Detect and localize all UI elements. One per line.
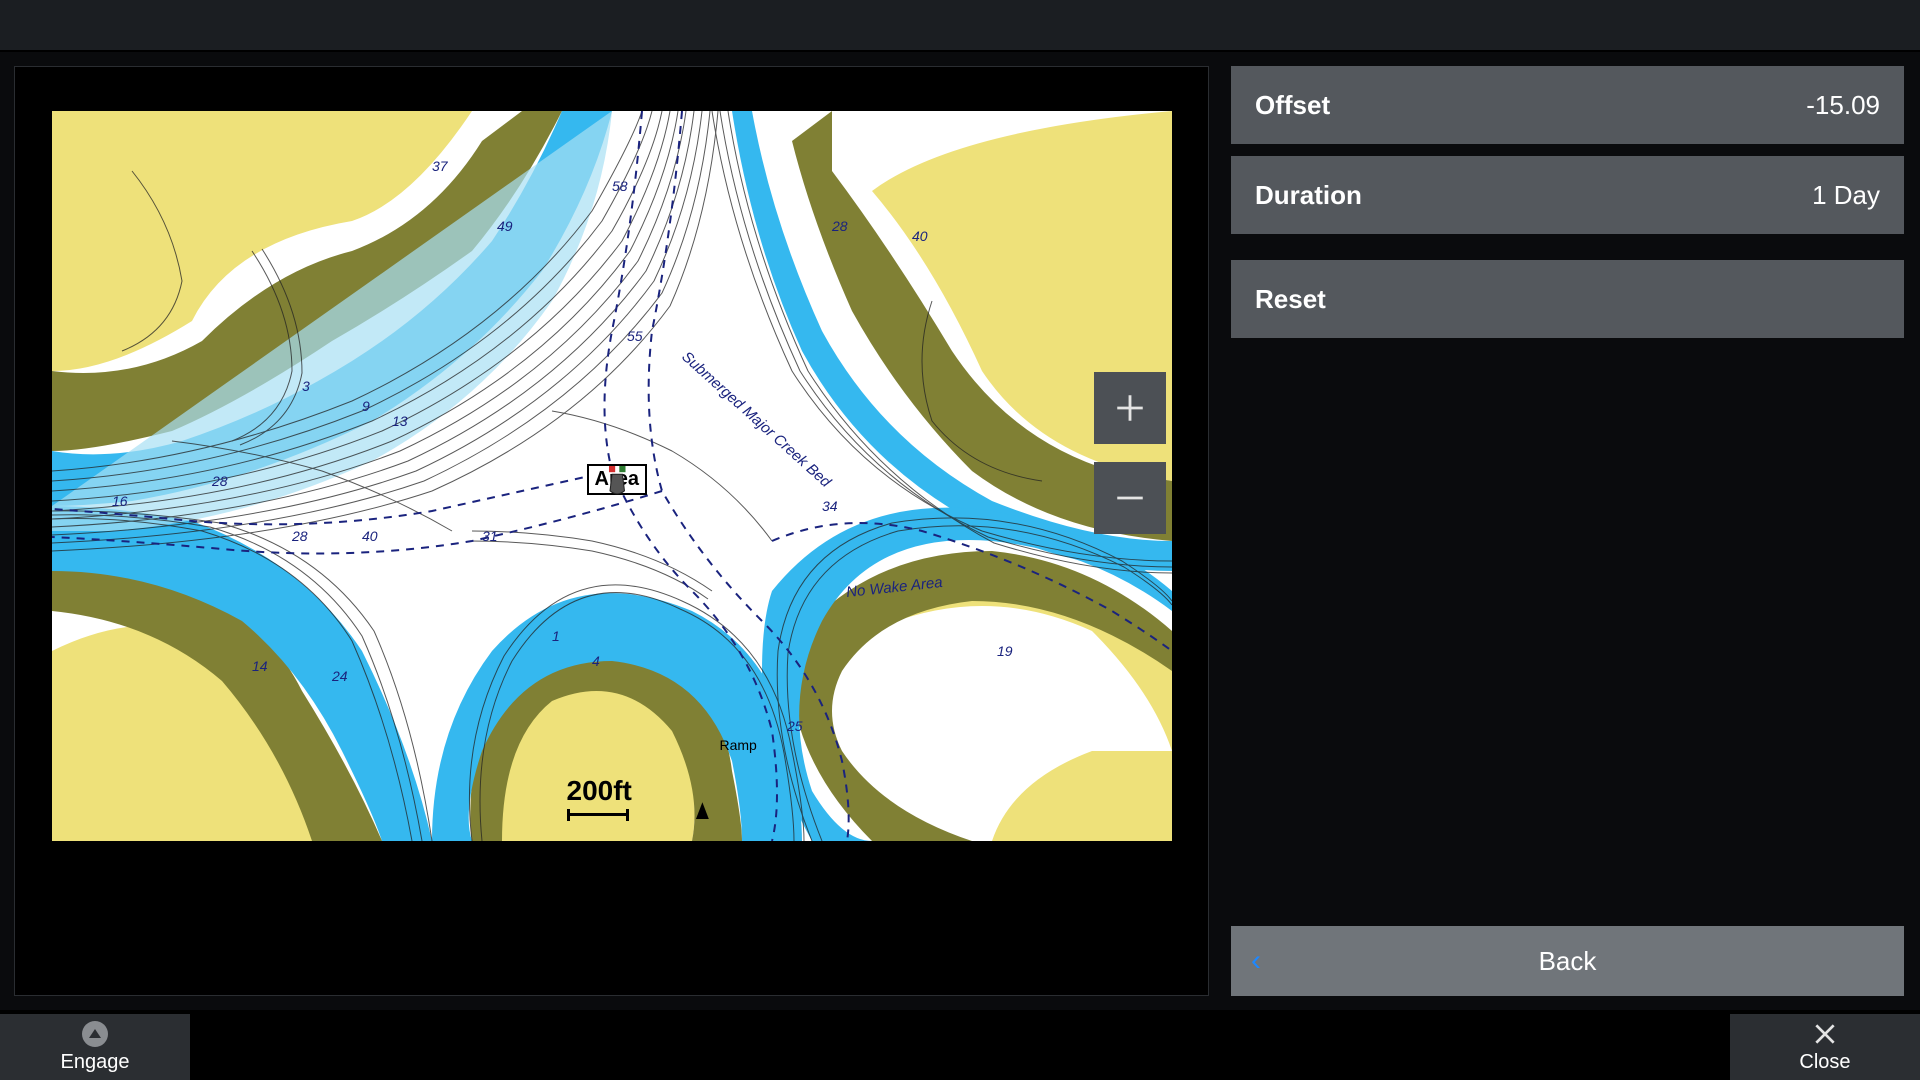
svg-text:55: 55: [627, 328, 643, 344]
main-area: 37 49 58 28 40 3 9 13 55 28 31 34 16 28 …: [0, 52, 1920, 1010]
svg-text:40: 40: [912, 228, 928, 244]
north-arrow-icon: ▲: [692, 793, 714, 827]
chart-panel: 37 49 58 28 40 3 9 13 55 28 31 34 16 28 …: [14, 66, 1209, 996]
duration-row[interactable]: Duration 1 Day: [1231, 156, 1904, 234]
close-label: Close: [1799, 1051, 1850, 1074]
svg-text:19: 19: [997, 643, 1013, 659]
svg-text:37: 37: [432, 158, 449, 174]
svg-text:4: 4: [592, 653, 600, 669]
svg-text:28: 28: [291, 528, 308, 544]
boat-icon: [587, 466, 647, 497]
svg-text:14: 14: [252, 658, 268, 674]
back-button[interactable]: ‹ Back: [1231, 926, 1904, 996]
svg-text:28: 28: [211, 473, 228, 489]
svg-text:13: 13: [392, 413, 408, 429]
svg-text:28: 28: [831, 218, 848, 234]
scale-value: 200ft: [567, 775, 632, 807]
nautical-chart[interactable]: 37 49 58 28 40 3 9 13 55 28 31 34 16 28 …: [52, 111, 1172, 841]
bottom-bar: Engage Close: [0, 1012, 1920, 1080]
close-button[interactable]: Close: [1730, 1014, 1920, 1080]
svg-text:9: 9: [362, 398, 370, 414]
reset-label: Reset: [1255, 284, 1326, 315]
svg-text:1: 1: [552, 628, 560, 644]
engage-button[interactable]: Engage: [0, 1014, 190, 1080]
top-bar: [0, 0, 1920, 50]
svg-text:16: 16: [112, 493, 128, 509]
svg-text:31: 31: [482, 528, 498, 544]
offset-value: -15.09: [1806, 90, 1880, 121]
svg-text:24: 24: [331, 668, 348, 684]
svg-text:40: 40: [362, 528, 378, 544]
reset-button[interactable]: Reset: [1231, 260, 1904, 338]
duration-value: 1 Day: [1812, 180, 1880, 211]
svg-text:25: 25: [786, 718, 803, 734]
offset-label: Offset: [1255, 90, 1330, 121]
minus-icon: [1113, 481, 1147, 515]
scale-indicator: 200ft: [567, 775, 632, 821]
scale-bar: [567, 809, 629, 821]
settings-panel: Offset -15.09 Duration 1 Day Reset ‹ Bac…: [1209, 52, 1920, 1010]
plus-icon: [1113, 391, 1147, 425]
zoom-controls: [1094, 372, 1166, 534]
zoom-in-button[interactable]: [1094, 372, 1166, 444]
chevron-left-icon: ‹: [1251, 946, 1261, 976]
duration-label: Duration: [1255, 180, 1362, 211]
close-icon: [1812, 1021, 1838, 1047]
svg-text:3: 3: [302, 378, 310, 394]
offset-row[interactable]: Offset -15.09: [1231, 66, 1904, 144]
svg-text:34: 34: [822, 498, 838, 514]
svg-text:58: 58: [612, 178, 628, 194]
area-marker[interactable]: Area: [587, 464, 647, 495]
back-label: Back: [1539, 946, 1597, 977]
engage-icon: [82, 1021, 108, 1047]
zoom-out-button[interactable]: [1094, 462, 1166, 534]
svg-text:49: 49: [497, 218, 513, 234]
engage-label: Engage: [61, 1051, 130, 1074]
ramp-label: Ramp: [720, 737, 757, 753]
